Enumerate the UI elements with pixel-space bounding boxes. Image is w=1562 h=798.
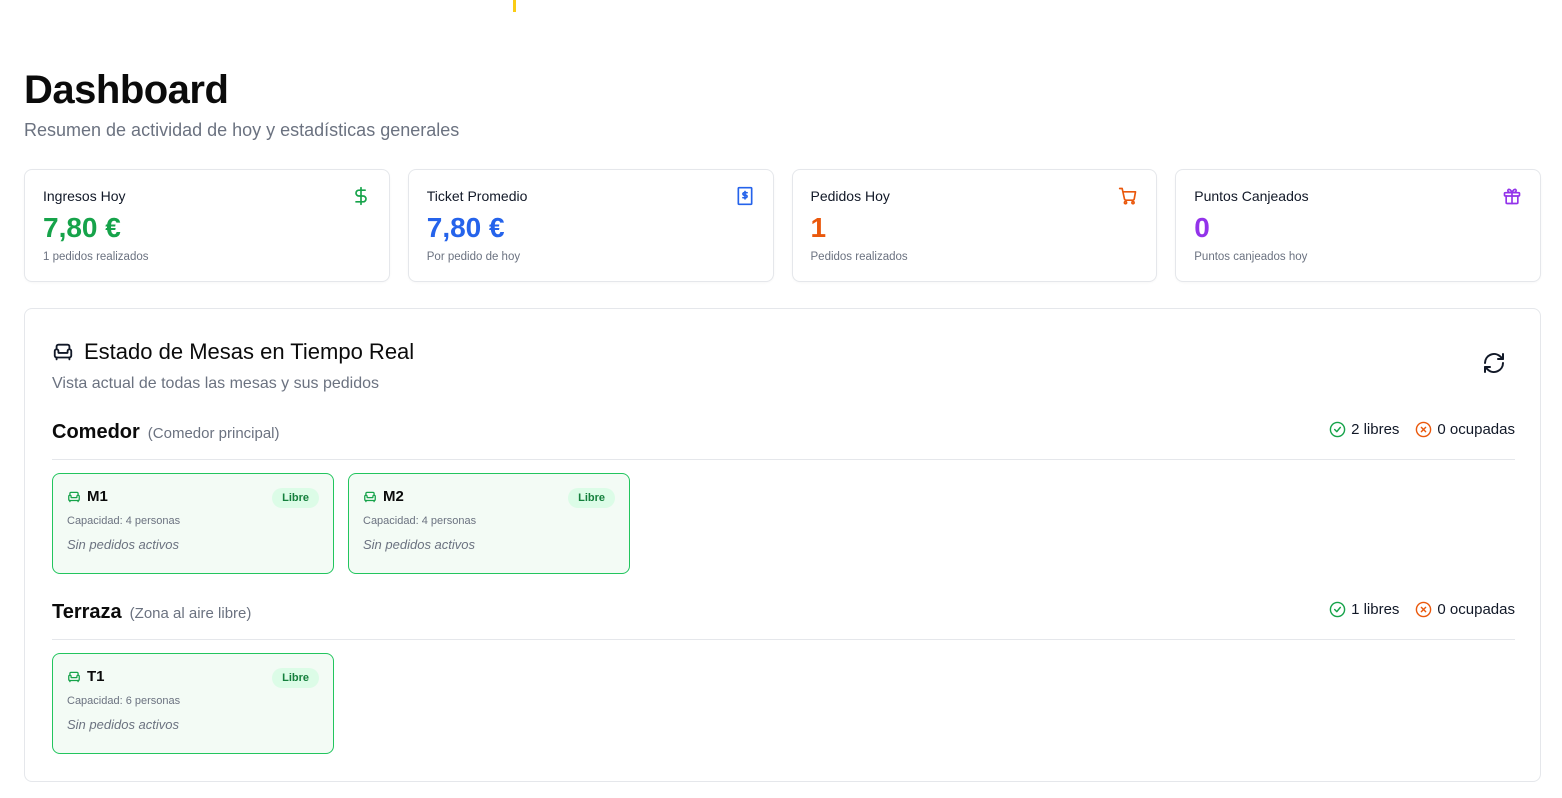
dollar-icon xyxy=(354,186,367,206)
occupied-count: 0 ocupadas xyxy=(1415,601,1515,618)
zone-description: (Comedor principal) xyxy=(147,425,280,442)
table-orders: Sin pedidos activos xyxy=(67,717,180,732)
occupied-count-label: 0 ocupadas xyxy=(1437,601,1515,618)
zone-name: Terraza xyxy=(52,601,122,623)
zone-counts: 2 libres 0 ocupadas xyxy=(1329,421,1515,438)
dashboard-page: Dashboard Resumen de actividad de hoy y … xyxy=(24,68,1541,782)
zone-counts: 1 libres 0 ocupadas xyxy=(1329,601,1515,618)
occupied-count: 0 ocupadas xyxy=(1415,421,1515,438)
gift-icon xyxy=(1503,188,1521,205)
armchair-icon xyxy=(53,343,73,361)
free-count-label: 2 libres xyxy=(1351,421,1400,438)
armchair-icon xyxy=(364,491,376,502)
armchair-icon xyxy=(68,671,80,682)
tables-panel-subtitle: Vista actual de todas las mesas y sus pe… xyxy=(52,375,379,392)
zone-header: Comedor (Comedor principal) 2 libres 0 o… xyxy=(52,421,1515,460)
free-count: 1 libres xyxy=(1329,601,1399,618)
x-circle-icon xyxy=(1416,601,1432,618)
tables-status-panel: Estado de Mesas en Tiempo Real Vista act… xyxy=(24,308,1541,782)
page-title: Dashboard xyxy=(24,68,229,112)
check-circle-icon xyxy=(1329,421,1346,438)
stat-value: 0 xyxy=(1194,212,1210,243)
table-capacity: Capacidad: 4 personas xyxy=(363,515,477,527)
stat-value: 7,80 € xyxy=(43,212,121,243)
table-card-m1[interactable]: M1 Libre Capacidad: 4 personas Sin pedid… xyxy=(52,473,334,574)
free-count-label: 1 libres xyxy=(1351,601,1400,618)
stat-card-points: Puntos Canjeados 0 Puntos canjeados hoy xyxy=(1175,169,1541,282)
table-name: M2 xyxy=(383,488,404,505)
cart-icon xyxy=(1119,187,1137,205)
stat-card-average-ticket: Ticket Promedio 7,80 € Por pedido de hoy xyxy=(407,169,774,282)
status-badge: Libre xyxy=(272,668,319,688)
table-card-t1[interactable]: T1 Libre Capacidad: 6 personas Sin pedid… xyxy=(52,653,334,754)
table-name: T1 xyxy=(87,668,105,685)
free-count: 2 libres xyxy=(1329,421,1399,438)
stat-subtext: 1 pedidos realizados xyxy=(43,251,149,263)
stat-label: Pedidos Hoy xyxy=(810,188,890,204)
page-subtitle: Resumen de actividad de hoy y estadístic… xyxy=(24,120,460,140)
table-orders: Sin pedidos activos xyxy=(363,537,476,552)
stat-subtext: Puntos canjeados hoy xyxy=(1194,251,1308,263)
receipt-icon xyxy=(737,186,752,206)
table-name: M1 xyxy=(87,488,108,505)
table-card-m2[interactable]: M2 Libre Capacidad: 4 personas Sin pedid… xyxy=(348,473,630,574)
stat-card-orders: Pedidos Hoy 1 Pedidos realizados xyxy=(791,169,1158,282)
stat-label: Ingresos Hoy xyxy=(43,188,126,204)
stats-row: Ingresos Hoy 7,80 € 1 pedidos realizados… xyxy=(24,169,1541,282)
refresh-icon[interactable] xyxy=(1482,351,1506,375)
tables-panel-title: Estado de Mesas en Tiempo Real xyxy=(84,339,415,364)
stat-subtext: Pedidos realizados xyxy=(810,251,908,263)
table-capacity: Capacidad: 4 personas xyxy=(67,515,181,527)
armchair-icon xyxy=(68,491,80,502)
stat-value: 1 xyxy=(810,212,827,243)
zone-terraza: Terraza (Zona al aire libre) 1 libres 0 … xyxy=(52,601,1515,754)
tables-row: M1 Libre Capacidad: 4 personas Sin pedid… xyxy=(52,473,1515,574)
stat-subtext: Por pedido de hoy xyxy=(426,251,521,263)
stat-card-revenue: Ingresos Hoy 7,80 € 1 pedidos realizados xyxy=(24,169,390,282)
zone-header: Terraza (Zona al aire libre) 1 libres 0 … xyxy=(52,601,1515,640)
tables-row: T1 Libre Capacidad: 6 personas Sin pedid… xyxy=(52,653,1515,754)
stat-label: Puntos Canjeados xyxy=(1194,188,1309,204)
stat-value: 7,80 € xyxy=(426,212,505,243)
table-capacity: Capacidad: 6 personas xyxy=(67,695,181,707)
status-badge: Libre xyxy=(568,488,615,508)
occupied-count-label: 0 ocupadas xyxy=(1437,421,1515,438)
table-orders: Sin pedidos activos xyxy=(67,537,180,552)
x-circle-icon xyxy=(1416,421,1432,438)
status-badge: Libre xyxy=(272,488,319,508)
zone-comedor: Comedor (Comedor principal) 2 libres 0 o… xyxy=(52,421,1515,574)
stat-label: Ticket Promedio xyxy=(426,188,528,204)
zone-name: Comedor xyxy=(52,421,140,443)
check-circle-icon xyxy=(1329,601,1346,618)
tables-panel-header: Estado de Mesas en Tiempo Real Vista act… xyxy=(52,339,414,393)
top-accent-mark xyxy=(513,0,516,12)
zone-description: (Zona al aire libre) xyxy=(129,605,252,622)
